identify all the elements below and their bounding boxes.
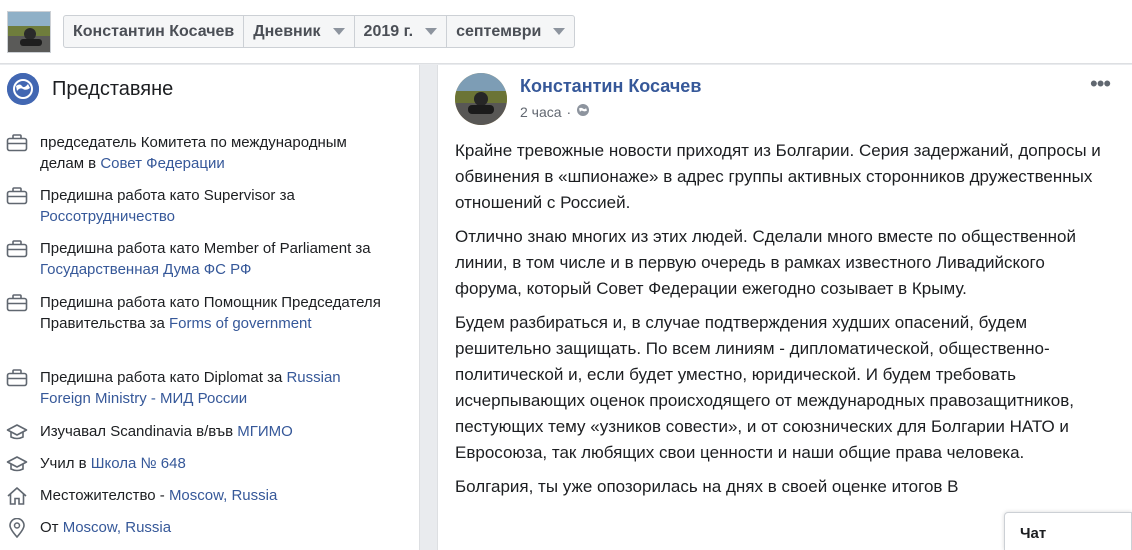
graduation-cap-icon: [6, 454, 28, 474]
year-dropdown[interactable]: 2019 г.: [355, 16, 448, 47]
briefcase-icon: [6, 239, 28, 259]
profile-name: Константин Косачев: [73, 22, 235, 40]
feed-post: Константин Косачев 2 часа · ••• Крайне т…: [437, 65, 1132, 550]
intro-row-work-5: Предишна работа като Diplomat за Russian…: [6, 367, 385, 409]
intro-row-education-1: Изучавал Scandinavia в/във МГИМО: [6, 421, 385, 442]
intro-row-link[interactable]: Совет Федерации: [100, 155, 224, 172]
graduation-cap-icon: [6, 422, 28, 442]
intro-row-link[interactable]: Forms of government: [169, 315, 312, 332]
post-options-button[interactable]: •••: [1090, 71, 1111, 97]
intro-row-link[interactable]: Государственная Дума ФС РФ: [40, 261, 251, 278]
section-dropdown[interactable]: Дневник: [244, 16, 355, 47]
intro-row-text: Предишна работа като Supervisor за: [40, 187, 295, 204]
location-pin-icon: [6, 517, 28, 539]
intro-row-link[interactable]: Moscow, Russia: [169, 487, 277, 504]
post-meta: 2 часа ·: [520, 103, 590, 120]
post-message: Крайне тревожные новости приходят из Бол…: [455, 138, 1115, 508]
intro-row-work-1: председатель Комитета по международным д…: [6, 132, 385, 174]
intro-row-text: Местожителство -: [40, 487, 169, 504]
briefcase-icon: [6, 186, 28, 206]
intro-header: Представяне: [7, 73, 173, 105]
briefcase-icon: [6, 293, 28, 313]
year-label: 2019 г.: [363, 22, 414, 40]
post-paragraph: Болгария, ты уже опозорилась на днях в с…: [455, 477, 959, 496]
intro-row-education-2: Учил в Школа № 648: [6, 453, 385, 474]
intro-row-work-2: Предишна работа като Supervisor за Россо…: [6, 185, 385, 227]
briefcase-icon: [6, 368, 28, 388]
timeline-navigation: Константин Косачев Дневник 2019 г. септе…: [63, 15, 576, 48]
intro-row-link[interactable]: МГИМО: [237, 423, 293, 440]
chat-label: Чат: [1020, 525, 1047, 542]
intro-row-text: Предишна работа като Member of Parliamen…: [40, 240, 371, 257]
section-label: Дневник: [253, 22, 321, 40]
intro-row-text: Учил в: [40, 455, 91, 472]
briefcase-icon: [6, 133, 28, 153]
intro-row-text: Предишна работа като Diplomat за: [40, 369, 287, 386]
intro-row-link[interactable]: Россотрудничество: [40, 208, 175, 225]
chevron-down-icon: [425, 28, 438, 35]
post-author-avatar[interactable]: [455, 73, 507, 125]
intro-row-link[interactable]: Школа № 648: [91, 455, 186, 472]
home-icon: [6, 486, 28, 506]
intro-row-text: Изучавал Scandinavia в/във: [40, 423, 238, 440]
post-author-name[interactable]: Константин Косачев: [520, 76, 701, 97]
post-paragraph: Отлично знаю многих из этих людей. Сдела…: [455, 227, 1076, 298]
profile-name-link[interactable]: Константин Косачев: [64, 16, 245, 47]
profile-timeline-header: Константин Косачев Дневник 2019 г. септе…: [0, 0, 1132, 64]
intro-row-residence: Местожителство - Moscow, Russia: [6, 485, 385, 506]
intro-row-work-3: Предишна работа като Member of Parliamen…: [6, 238, 385, 280]
month-dropdown[interactable]: септември: [447, 16, 574, 47]
globe-icon: [7, 73, 39, 105]
intro-panel: Представяне председатель Комитета по меж…: [0, 65, 420, 550]
chevron-down-icon: [332, 28, 345, 35]
intro-row-link[interactable]: Moscow, Russia: [63, 519, 171, 536]
chevron-down-icon: [553, 28, 566, 35]
intro-title: Представяне: [52, 77, 174, 100]
globe-icon[interactable]: [576, 103, 590, 120]
post-timestamp[interactable]: 2 часа: [520, 104, 562, 120]
intro-row-text: От: [40, 519, 63, 536]
profile-avatar-thumbnail[interactable]: [7, 11, 51, 53]
post-paragraph: Будем разбираться и, в случае подтвержде…: [455, 313, 1075, 462]
post-paragraph: Крайне тревожные новости приходят из Бол…: [455, 141, 1101, 212]
meta-separator: ·: [566, 103, 572, 120]
intro-row-hometown: От Moscow, Russia: [6, 517, 385, 539]
intro-row-work-4: Предишна работа като Помощник Председате…: [6, 292, 385, 334]
month-label: септември: [456, 22, 542, 40]
chat-tab[interactable]: Чат: [1004, 512, 1132, 550]
